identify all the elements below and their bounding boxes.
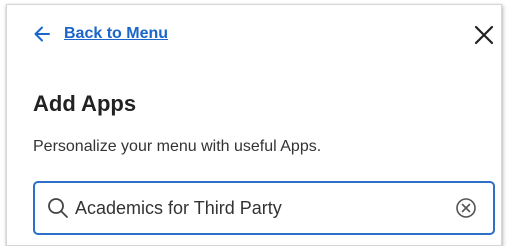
- add-apps-panel: Back to Menu Add Apps Personalize your m…: [6, 4, 502, 246]
- close-button[interactable]: [471, 22, 497, 48]
- arrow-left-icon: [34, 26, 50, 42]
- search-field[interactable]: [33, 181, 495, 235]
- back-to-menu-label[interactable]: Back to Menu: [64, 25, 168, 43]
- page-title: Add Apps: [33, 91, 137, 116]
- back-to-menu-link[interactable]: Back to Menu: [34, 25, 168, 43]
- search-input[interactable]: [75, 197, 455, 219]
- page-subtitle: Personalize your menu with useful Apps.: [33, 138, 322, 155]
- search-icon: [47, 197, 69, 219]
- clear-circle-icon[interactable]: [455, 197, 477, 219]
- close-icon: [471, 25, 497, 52]
